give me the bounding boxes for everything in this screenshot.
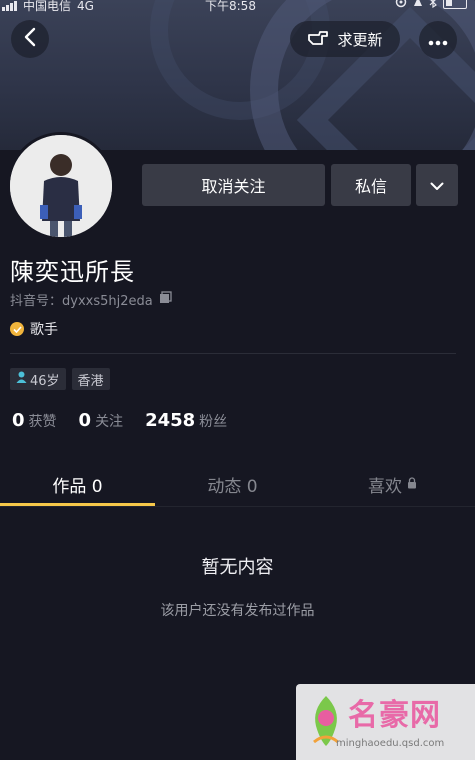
site-watermark: 名豪网 minghaoedu.qsd.com: [296, 684, 475, 760]
avatar[interactable]: [7, 132, 115, 240]
stat-following[interactable]: 0 关注: [79, 410, 124, 431]
more-dots-icon: [428, 31, 448, 50]
stat-label: 粉丝: [199, 414, 228, 430]
lock-icon: [407, 474, 417, 494]
profile-stats: 0 获赞 0 关注 2458 粉丝: [12, 410, 227, 431]
age-tag: 46岁: [10, 368, 66, 390]
watermark-url: minghaoedu.qsd.com: [336, 738, 445, 749]
chevron-down-icon: [430, 176, 444, 195]
stat-number: 2458: [145, 410, 196, 431]
dropdown-button[interactable]: [416, 164, 458, 206]
more-button[interactable]: [419, 21, 457, 59]
tab-dynamics[interactable]: 动态 0: [155, 462, 310, 506]
stat-number: 0: [78, 410, 92, 431]
tab-label: 动态 0: [207, 476, 258, 497]
verify-label: 歌手: [30, 322, 58, 338]
copy-icon[interactable]: [159, 291, 172, 308]
tab-label: 作品 0: [52, 476, 103, 497]
message-button[interactable]: 私信: [331, 164, 411, 206]
tab-works[interactable]: 作品 0: [0, 462, 155, 506]
person-icon: [16, 371, 27, 387]
douyin-id: 抖音号：dyxxs5hj2eda: [10, 290, 172, 309]
battery-icon: [443, 0, 467, 9]
tab-label: 喜欢: [368, 476, 402, 497]
unfollow-button[interactable]: 取消关注: [142, 164, 325, 206]
content-tabs: 作品 0 动态 0 喜欢: [0, 462, 475, 506]
status-time: 下午8:58: [205, 0, 256, 13]
verification-badge: 歌手: [10, 319, 58, 339]
status-bar: 中国电信 4G 下午8:58: [0, 0, 475, 16]
age-label: 46岁: [30, 373, 60, 389]
network-label: 4G: [77, 0, 94, 13]
pointing-hand-icon: [307, 27, 329, 51]
bluetooth-icon: [429, 0, 437, 11]
tab-likes[interactable]: 喜欢: [310, 462, 475, 506]
back-button[interactable]: [11, 20, 49, 58]
request-update-label: 求更新: [337, 30, 383, 49]
stat-followers[interactable]: 2458 粉丝: [145, 410, 227, 431]
location-tag: 香港: [71, 368, 110, 390]
request-update-button[interactable]: 求更新: [290, 21, 400, 57]
chevron-left-icon: [23, 27, 37, 51]
location-icon: [395, 0, 407, 11]
empty-state-subtitle: 该用户还没有发布过作品: [160, 603, 315, 619]
stat-label: 关注: [95, 414, 124, 430]
stat-label: 获赞: [28, 414, 57, 430]
profile-cover: [0, 0, 475, 150]
verified-check-icon: [10, 322, 24, 336]
profile-tags: 46岁 香港: [10, 368, 110, 390]
empty-state-title: 暂无内容: [201, 557, 274, 578]
stat-likes[interactable]: 0 获赞: [12, 410, 57, 431]
divider: [10, 353, 456, 354]
alarm-icon: [413, 0, 423, 11]
stat-number: 0: [12, 410, 25, 431]
profile-name: 陳奕迅所長: [10, 258, 135, 286]
signal-icon: [2, 0, 17, 11]
watermark-text: 名豪网: [348, 698, 441, 733]
carrier-label: 中国电信: [23, 0, 72, 13]
douyin-id-text: 抖音号：dyxxs5hj2eda: [10, 294, 153, 309]
tab-divider: [0, 506, 475, 507]
person-photo: [10, 135, 112, 237]
